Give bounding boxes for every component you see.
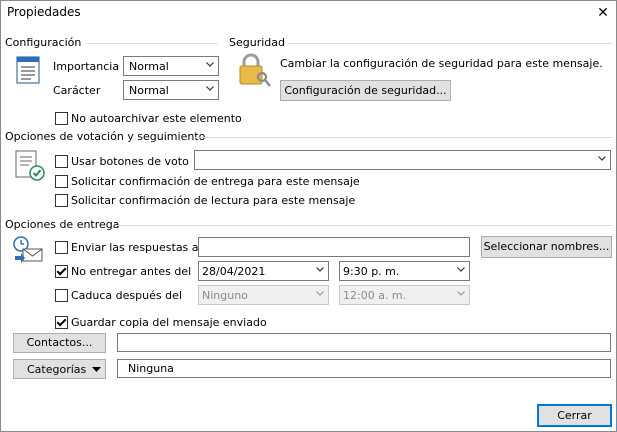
no-autoarchivar-label: No autoarchivar este elemento (71, 112, 242, 125)
seguridad-divider (288, 43, 612, 44)
document-settings-icon (15, 55, 43, 85)
caduca-label: Caduca después del (71, 289, 182, 302)
no-entregar-label: No entregar antes del (71, 265, 192, 278)
chevron-down-icon (206, 86, 214, 91)
caracter-label: Carácter (53, 84, 101, 97)
enviar-respuestas-checkbox[interactable] (55, 241, 68, 254)
select-names-label: Seleccionar nombres... (483, 240, 610, 253)
guardar-copia-label: Guardar copia del mensaje enviado (71, 316, 267, 329)
caduca-time-value: 12:00 a. m. (343, 289, 407, 302)
no-entregar-time-value: 9:30 p. m. (343, 265, 400, 278)
categories-value: Ninguna (128, 362, 174, 375)
importancia-value: Normal (129, 60, 169, 73)
triangle-down-icon (92, 367, 101, 372)
confirm-lectura-label: Solicitar confirmación de lectura para e… (71, 194, 356, 207)
no-entregar-checkbox[interactable] (55, 265, 68, 278)
usar-botones-checkbox[interactable] (55, 155, 68, 168)
confirm-lectura-checkbox[interactable] (55, 194, 68, 207)
seguridad-heading: Seguridad (229, 36, 285, 49)
entrega-heading: Opciones de entrega (5, 218, 120, 231)
no-entregar-time[interactable]: 9:30 p. m. (339, 261, 470, 281)
caduca-date[interactable]: Ninguno (198, 285, 329, 305)
chevron-down-icon (598, 156, 606, 161)
chevron-down-icon (316, 267, 324, 272)
security-settings-button[interactable]: Configuración de seguridad... (280, 80, 451, 101)
enviar-respuestas-label: Enviar las respuestas a (71, 241, 199, 254)
enviar-respuestas-input[interactable] (198, 237, 470, 257)
caduca-checkbox[interactable] (55, 289, 68, 302)
contacts-label: Contactos... (26, 336, 93, 349)
security-settings-label: Configuración de seguridad... (284, 84, 447, 97)
caracter-select[interactable]: Normal (123, 80, 219, 100)
importancia-select[interactable]: Normal (123, 56, 219, 76)
dialog-title: Propiedades (7, 5, 81, 19)
close-icon[interactable]: ✕ (593, 3, 613, 23)
votacion-divider (195, 137, 612, 138)
close-button-label: Cerrar (557, 409, 592, 422)
importancia-label: Importancia (53, 60, 120, 73)
properties-dialog: Propiedades ✕ Configuración Importancia … (0, 0, 617, 432)
voting-buttons-select[interactable] (194, 150, 611, 170)
configuracion-divider (87, 43, 217, 44)
confirm-entrega-label: Solicitar confirmación de entrega para e… (71, 175, 360, 188)
contacts-input[interactable] (117, 333, 611, 352)
chevron-down-icon (206, 62, 214, 67)
categories-input[interactable]: Ninguna (117, 359, 611, 378)
chevron-down-icon (457, 291, 465, 296)
usar-botones-label: Usar botones de voto (71, 155, 189, 168)
categories-button[interactable]: Categorías (13, 359, 106, 379)
chevron-down-icon (457, 267, 465, 272)
voting-check-icon (13, 149, 47, 183)
close-button[interactable]: Cerrar (537, 404, 612, 427)
votacion-heading: Opciones de votación y seguimiento (5, 130, 206, 143)
chevron-down-icon (316, 291, 324, 296)
entrega-divider (117, 225, 612, 226)
guardar-copia-checkbox[interactable] (55, 316, 68, 329)
configuracion-heading: Configuración (5, 36, 82, 49)
confirm-entrega-checkbox[interactable] (55, 175, 68, 188)
contacts-button[interactable]: Contactos... (13, 333, 106, 353)
caduca-date-value: Ninguno (202, 289, 248, 302)
caduca-time[interactable]: 12:00 a. m. (339, 285, 470, 305)
seguridad-description: Cambiar la configuración de seguridad pa… (280, 57, 603, 70)
caracter-value: Normal (129, 84, 169, 97)
categories-label: Categorías (27, 363, 87, 376)
lock-key-icon (237, 53, 271, 89)
delivery-clock-icon (11, 234, 45, 266)
select-names-button[interactable]: Seleccionar nombres... (481, 236, 612, 258)
no-entregar-date-value: 28/04/2021 (202, 265, 266, 278)
no-entregar-date[interactable]: 28/04/2021 (198, 261, 329, 281)
no-autoarchivar-checkbox[interactable] (55, 112, 68, 125)
